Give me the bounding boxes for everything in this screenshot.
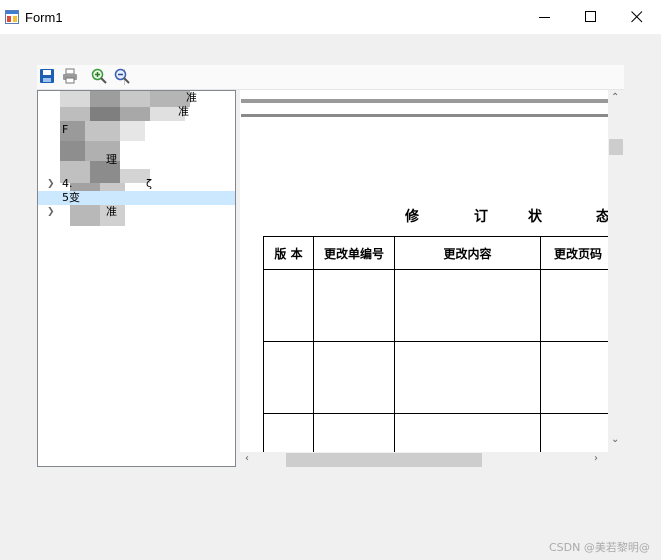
save-floppy-icon (40, 69, 54, 83)
tree-node[interactable]: ❯ 4. ζ (38, 177, 235, 191)
tree-node-label: 准 (106, 205, 117, 218)
col-header-change-page: 更改页码 (540, 236, 616, 270)
vertical-scrollbar[interactable]: ⌃ ⌄ (608, 90, 624, 452)
maximize-icon (585, 11, 596, 22)
scroll-down-icon[interactable]: ⌄ (611, 434, 619, 445)
title-bar[interactable]: Form1 (0, 0, 661, 34)
table-header-row: 版 本 更改单编号 更改内容 更改页码 (263, 236, 616, 270)
scroll-right-icon[interactable]: › (594, 453, 598, 464)
scroll-left-icon[interactable]: ‹ (245, 453, 249, 464)
tree-node[interactable]: F (38, 123, 235, 137)
tree-node-label: F (62, 123, 69, 136)
table-cell (394, 341, 541, 414)
minimize-icon (539, 17, 550, 18)
toolbar (37, 65, 624, 90)
printer-icon (63, 68, 77, 84)
page-header-rule (241, 99, 608, 103)
tree-node-label: 4. (62, 177, 73, 190)
zoom-in-button[interactable] (91, 68, 109, 86)
col-header-version: 版 本 (263, 236, 314, 270)
document-viewer[interactable]: 修 订 状 态 版 本 更改单编号 更改内容 更改页码 (240, 90, 624, 468)
app-icon (5, 10, 19, 24)
expand-arrow-icon[interactable]: ❯ (47, 177, 55, 191)
table-cell (263, 341, 314, 414)
watermark: CSDN @美若黎明@ (549, 541, 650, 554)
tree-node[interactable]: ❯ 准 (38, 205, 235, 219)
horizontal-scroll-thumb[interactable] (286, 453, 482, 467)
table-cell (313, 269, 395, 342)
scroll-up-icon[interactable]: ⌃ (611, 92, 619, 103)
page-header-rule (241, 114, 608, 117)
col-header-change-content: 更改内容 (394, 236, 541, 270)
minimize-button[interactable] (522, 0, 568, 34)
document-tree[interactable]: 准 准 F 理 ❯ 4. ζ 5变 ❯ 准 (37, 90, 236, 467)
title-char: 订 (474, 209, 488, 225)
zoom-in-icon (91, 68, 107, 84)
tree-node-label: 准 (186, 91, 197, 104)
table-cell (540, 269, 616, 342)
close-button[interactable] (614, 0, 660, 34)
document-title: 修 订 状 态 (400, 206, 620, 226)
table-row (263, 341, 616, 414)
scrollbar-corner (608, 452, 624, 468)
vertical-scroll-thumb[interactable] (609, 139, 623, 155)
col-header-change-no: 更改单编号 (313, 236, 395, 270)
maximize-button[interactable] (568, 0, 614, 34)
title-char: 修 (405, 209, 419, 225)
zoom-out-button[interactable] (114, 68, 132, 86)
print-button[interactable] (62, 68, 80, 86)
table-cell (540, 341, 616, 414)
save-button[interactable] (39, 68, 57, 86)
close-icon (631, 11, 643, 23)
zoom-out-icon (114, 68, 130, 84)
revision-status-table: 版 本 更改单编号 更改内容 更改页码 (263, 236, 616, 468)
tree-node-label: 理 (106, 153, 117, 166)
table-cell (263, 269, 314, 342)
table-row (263, 269, 616, 342)
table-cell (313, 341, 395, 414)
tree-node-selected[interactable]: 5变 (38, 191, 235, 205)
expand-arrow-icon[interactable]: ❯ (47, 205, 55, 219)
tree-node-suffix: ζ (146, 177, 152, 190)
horizontal-scrollbar[interactable]: ‹ › (240, 452, 608, 468)
tree-node[interactable]: 准 (38, 105, 235, 119)
tree-node-label: 5变 (62, 191, 80, 204)
tree-node-label: 准 (178, 105, 189, 118)
window-title: Form1 (25, 10, 63, 25)
title-char: 状 (528, 209, 542, 225)
tree-node[interactable]: 准 (38, 91, 235, 105)
table-cell (394, 269, 541, 342)
tree-node[interactable]: 理 (38, 153, 235, 167)
